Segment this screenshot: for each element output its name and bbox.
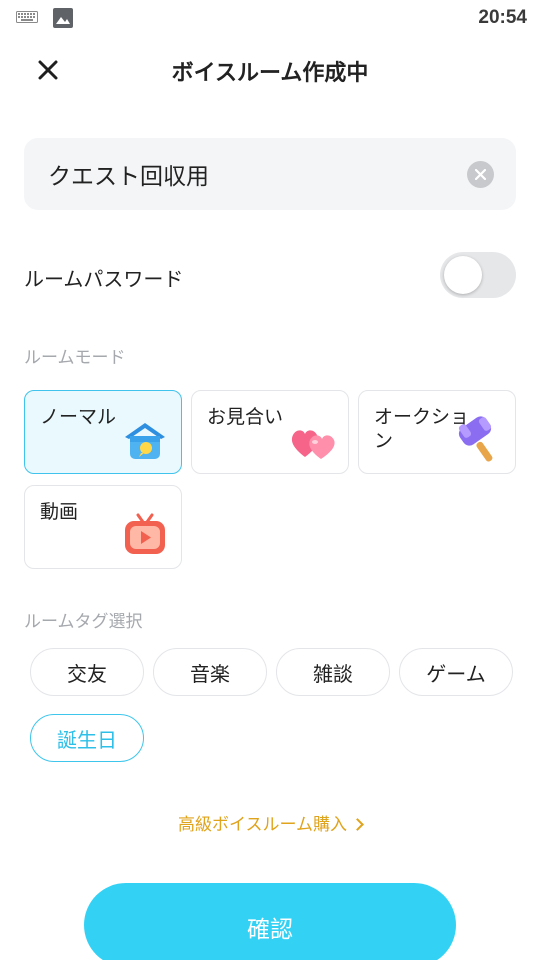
room-name-field [24, 138, 516, 210]
clear-icon [475, 169, 486, 180]
hearts-icon [291, 430, 335, 459]
toggle-knob [444, 256, 482, 294]
mode-label: 動画 [40, 501, 79, 523]
gavel-icon [458, 416, 493, 462]
tag-koyu[interactable]: 交友 [30, 648, 144, 696]
mode-label: ノーマル [40, 406, 117, 428]
mode-section-label: ルームモード [24, 348, 126, 368]
chevron-right-icon [351, 818, 364, 831]
image-icon [53, 8, 73, 28]
status-bar: 20:54 [0, 0, 540, 36]
room-name-input[interactable] [48, 138, 468, 210]
mode-card-omiai[interactable]: お見合い [191, 390, 349, 474]
house-icon [125, 423, 165, 459]
status-time: 20:54 [478, 7, 527, 28]
password-toggle[interactable] [440, 252, 516, 298]
tag-music[interactable]: 音楽 [153, 648, 267, 696]
premium-room-link[interactable]: 高級ボイスルーム購入 [0, 810, 540, 835]
tag-chat[interactable]: 雑談 [276, 648, 390, 696]
clear-button[interactable] [467, 161, 494, 188]
confirm-button[interactable]: 確認 [84, 883, 456, 960]
mode-card-video[interactable]: 動画 [24, 485, 182, 569]
mode-card-auction[interactable]: オークション [358, 390, 516, 474]
keyboard-icon [16, 11, 38, 23]
tag-birthday[interactable]: 誕生日 [30, 714, 144, 762]
tag-game[interactable]: ゲーム [399, 648, 513, 696]
mode-card-normal[interactable]: ノーマル [24, 390, 182, 474]
mode-label: お見合い [207, 406, 284, 428]
tag-section-label: ルームタグ選択 [24, 612, 143, 632]
password-label: ルームパスワード [24, 267, 184, 291]
header: ボイスルーム作成中 [0, 40, 540, 100]
page-title: ボイスルーム作成中 [171, 61, 369, 86]
tv-icon [125, 513, 165, 554]
premium-link-label: 高級ボイスルーム購入 [178, 815, 347, 835]
password-row: ルームパスワード [24, 250, 516, 300]
